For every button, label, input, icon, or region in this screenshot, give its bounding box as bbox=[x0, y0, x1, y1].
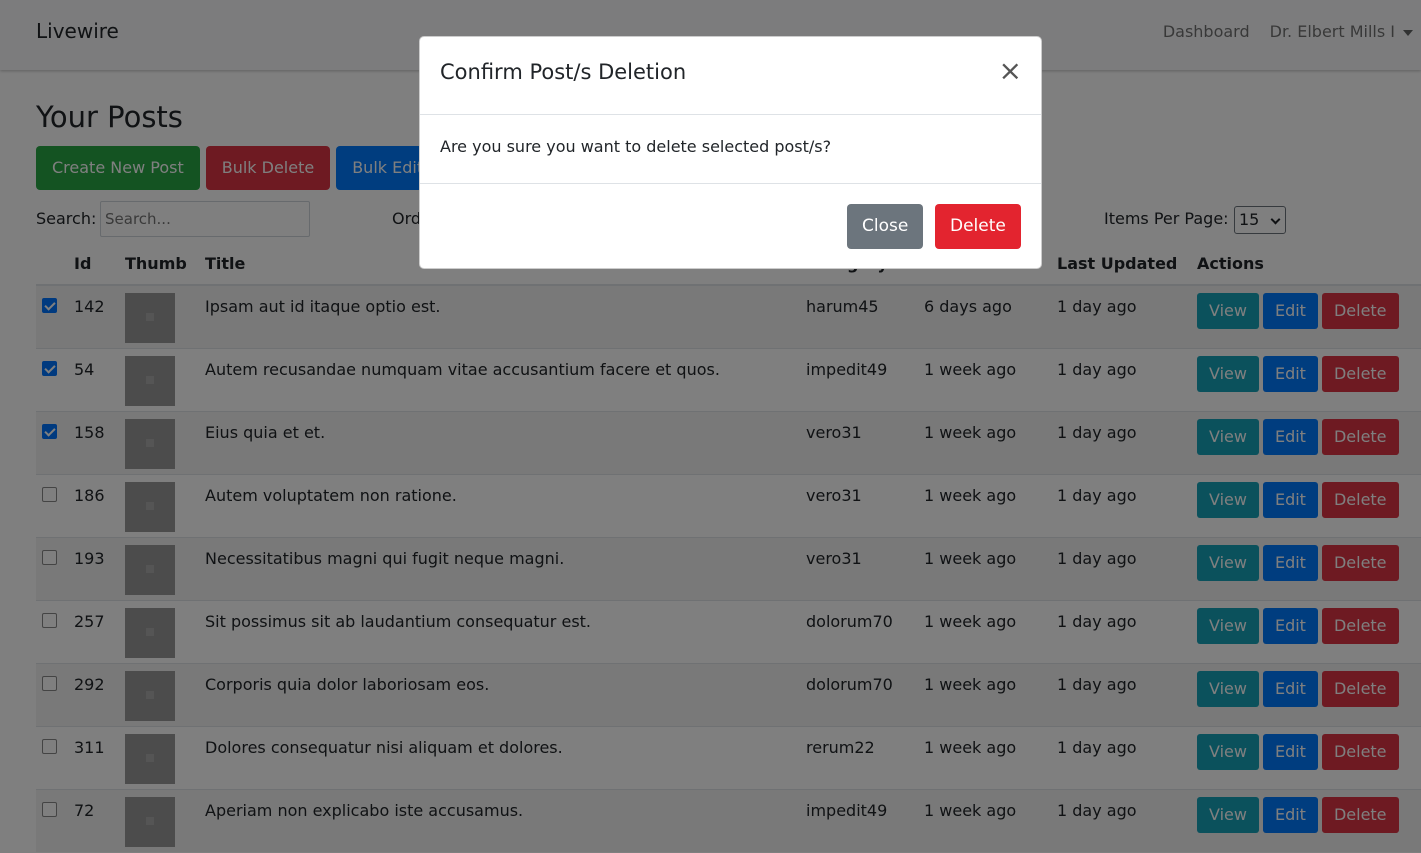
confirm-delete-modal: Confirm Post/s Deletion × Are you sure y… bbox=[419, 36, 1042, 269]
modal-body: Are you sure you want to delete selected… bbox=[420, 115, 1041, 184]
modal-delete-button[interactable]: Delete bbox=[935, 204, 1021, 249]
modal-title: Confirm Post/s Deletion bbox=[440, 60, 687, 84]
modal-message: Are you sure you want to delete selected… bbox=[440, 137, 832, 156]
close-icon[interactable]: × bbox=[999, 55, 1022, 87]
modal-close-button[interactable]: Close bbox=[847, 204, 924, 249]
modal-header: Confirm Post/s Deletion × bbox=[420, 37, 1041, 115]
modal-footer: Close Delete bbox=[420, 184, 1041, 269]
